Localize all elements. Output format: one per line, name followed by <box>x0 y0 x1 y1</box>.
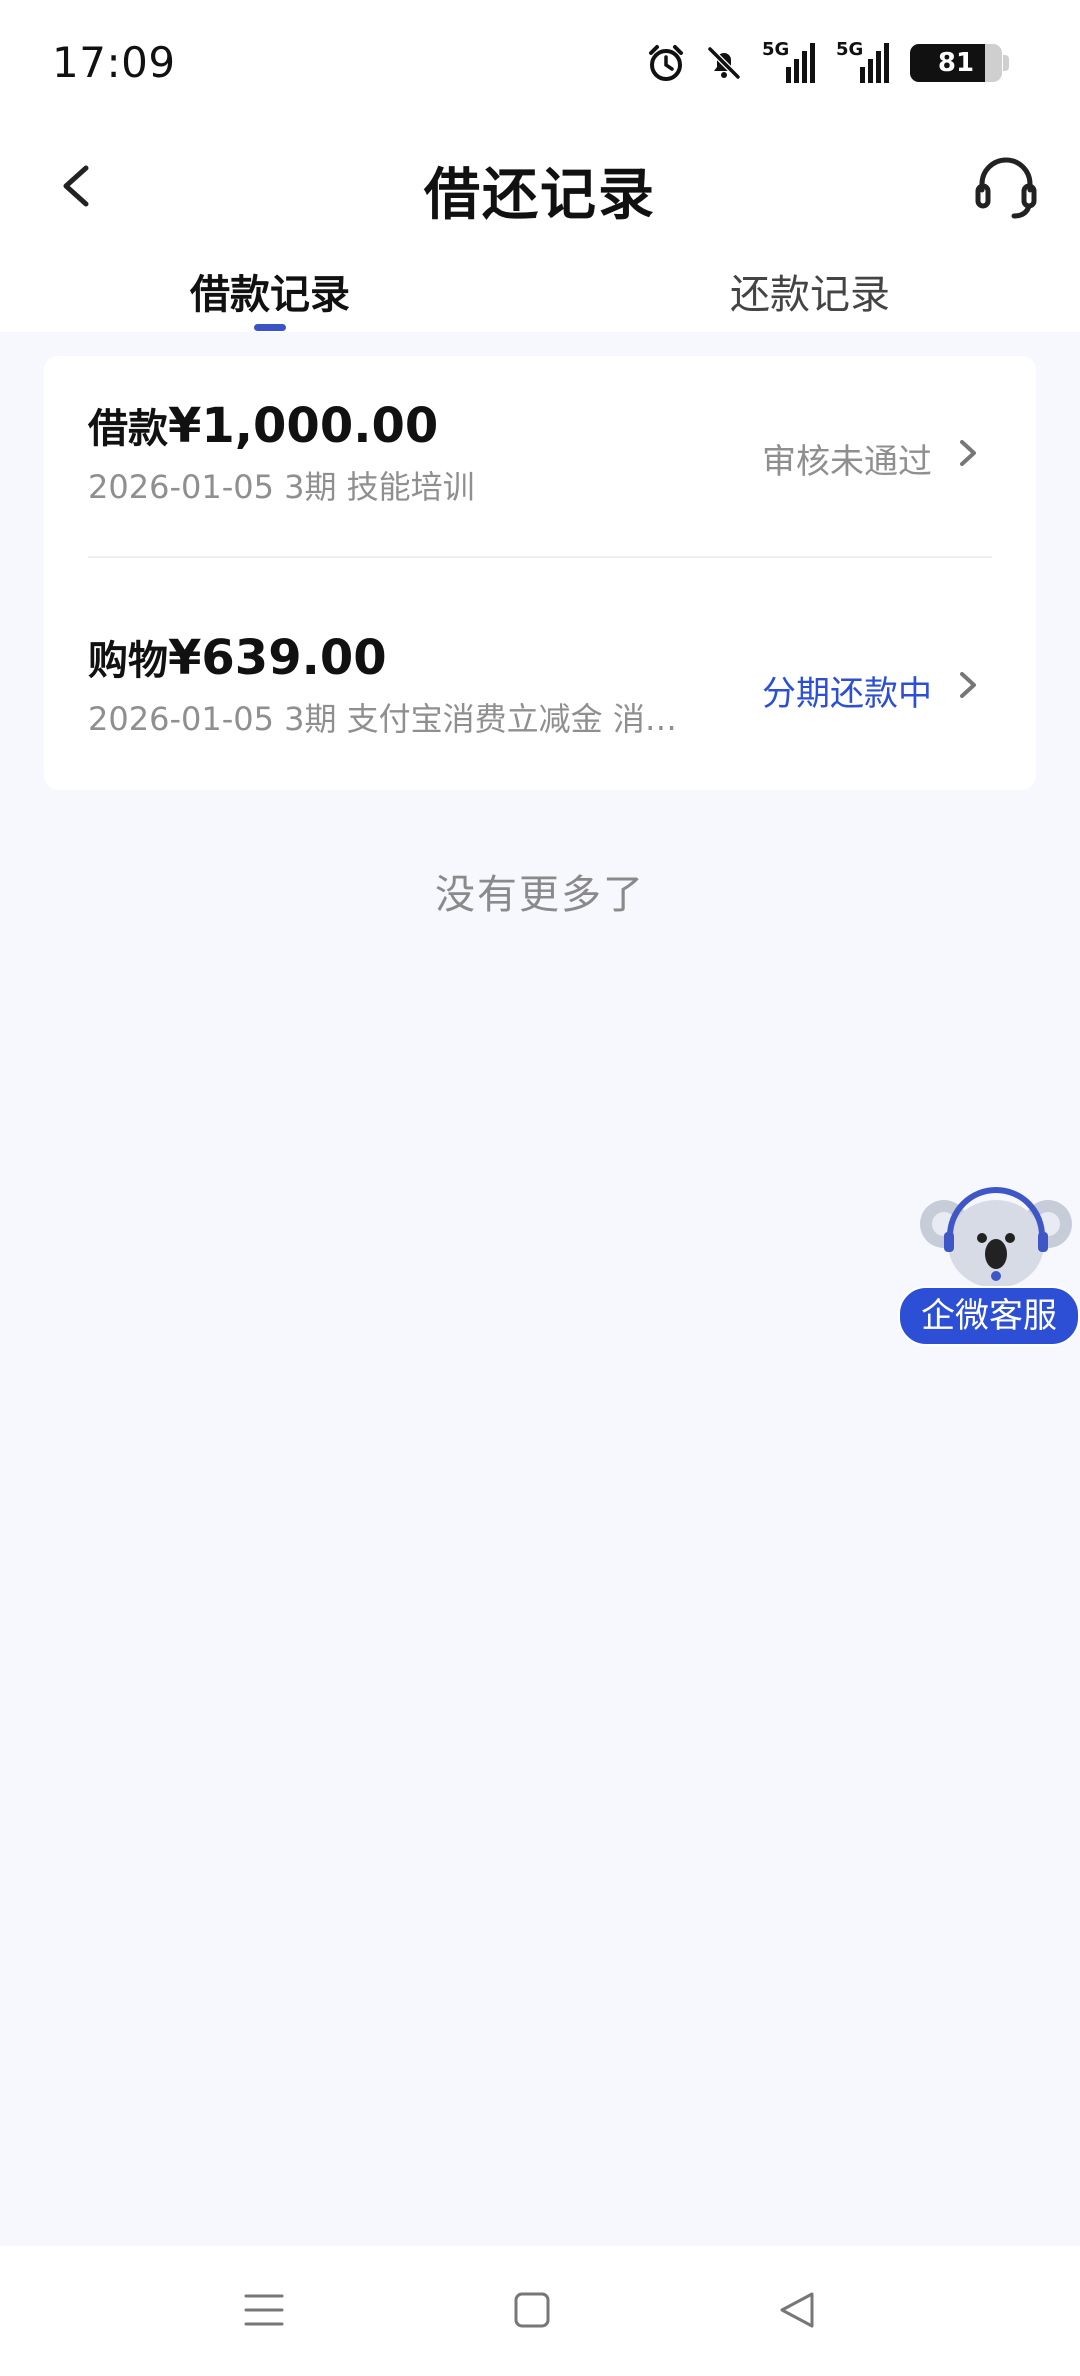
back-triangle-icon[interactable] <box>774 2286 822 2334</box>
signal-icon: 5G <box>762 39 818 85</box>
headset-icon <box>975 157 1037 219</box>
customer-service-button[interactable] <box>972 152 1040 222</box>
record-kind: 借款 <box>88 406 168 452</box>
list-item[interactable]: 借款¥1,000.00 2026-01-05 3期 技能培训 审核未通过 <box>44 356 1036 556</box>
floating-service-label: 企微客服 <box>898 1286 1080 1346</box>
list-end-text: 没有更多了 <box>435 872 645 918</box>
status-badge: 分期还款中 <box>762 674 932 714</box>
tab-repay-records[interactable]: 还款记录 <box>660 262 960 320</box>
chevron-right-icon <box>960 672 976 698</box>
menu-icon[interactable] <box>240 2286 288 2334</box>
record-money: ¥639.00 <box>168 630 387 686</box>
record-money: ¥1,000.00 <box>168 398 439 454</box>
record-amount: 购物¥639.00 <box>88 628 387 686</box>
status-icons: 5G 5G 81 <box>646 38 1010 88</box>
status-badge: 审核未通过 <box>762 442 932 482</box>
signal-icon-2: 5G <box>836 39 892 85</box>
battery-icon: 81 <box>910 44 1010 82</box>
battery-level: 81 <box>937 48 975 78</box>
record-amount: 借款¥1,000.00 <box>88 396 438 454</box>
system-nav-bar <box>0 2246 1080 2376</box>
active-tab-indicator <box>254 324 286 331</box>
chevron-right-icon <box>960 440 976 466</box>
tab-borrow-records[interactable]: 借款记录 <box>120 262 420 320</box>
alarm-icon <box>649 45 683 81</box>
home-square-icon[interactable] <box>508 2286 556 2334</box>
floating-service-button[interactable]: 企微客服 <box>898 1186 1080 1346</box>
bell-off-icon <box>707 46 741 80</box>
top-panel: 17:09 5G 5G 81 借还记录 借款记录 还款记录 <box>0 0 1080 332</box>
record-meta: 2026-01-05 3期 技能培训 <box>88 468 475 506</box>
record-kind: 购物 <box>88 638 168 684</box>
page-title: 借还记录 <box>424 163 656 228</box>
list-item[interactable]: 购物¥639.00 2026-01-05 3期 支付宝消费立减金 消… 分期还款… <box>44 558 1036 758</box>
koala-mascot-icon <box>920 1187 1072 1288</box>
status-time: 17:09 <box>52 38 176 87</box>
record-meta: 2026-01-05 3期 支付宝消费立减金 消… <box>88 700 677 738</box>
records-card: 借款¥1,000.00 2026-01-05 3期 技能培训 审核未通过 购物¥… <box>44 356 1036 790</box>
